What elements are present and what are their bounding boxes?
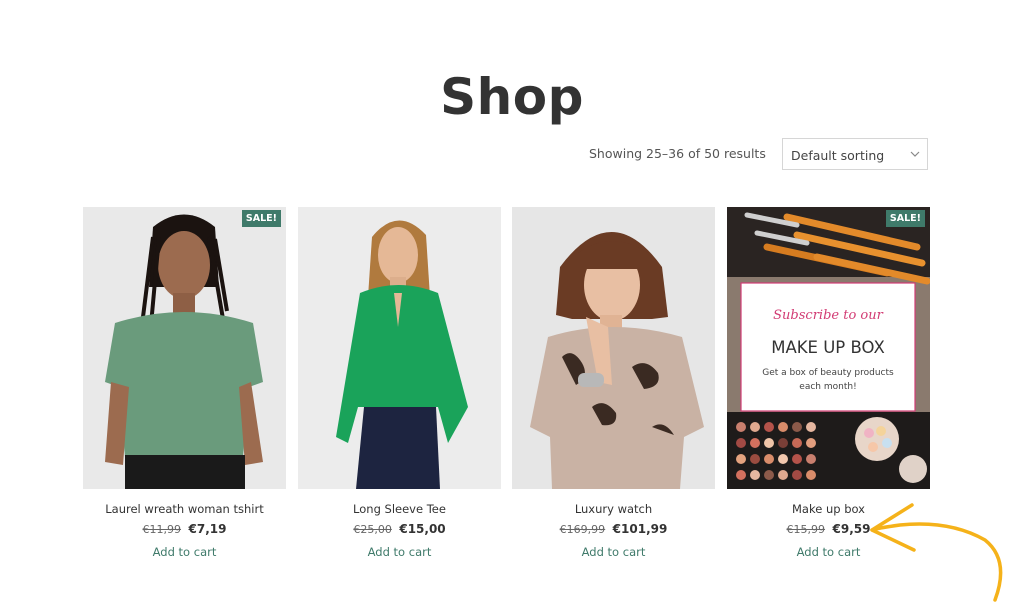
annotation-arrow-icon — [870, 503, 1003, 602]
